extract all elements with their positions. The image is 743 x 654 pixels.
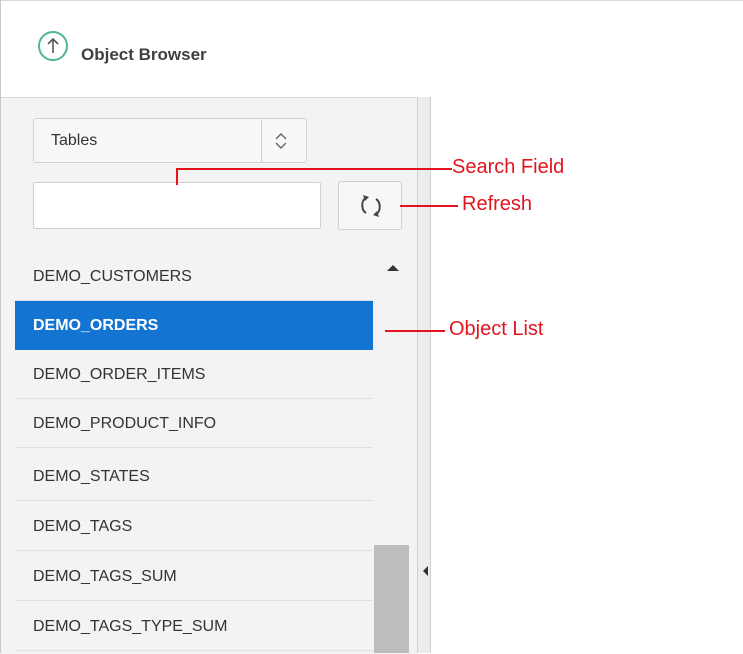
- callout-refresh-label: Refresh: [462, 193, 533, 215]
- list-item[interactable]: DEMO_ORDER_ITEMS: [15, 350, 373, 399]
- callout-list-line: [385, 330, 445, 332]
- callout-search-line: [176, 168, 452, 170]
- list-item[interactable]: DEMO_PRODUCT_INFO: [15, 399, 373, 448]
- object-browser-header: Object Browser: [1, 1, 743, 97]
- callout-refresh-line: [400, 205, 458, 207]
- upload-circle-icon: [38, 31, 68, 61]
- page-title: Object Browser: [81, 45, 207, 64]
- list-item[interactable]: DEMO_CUSTOMERS: [15, 252, 373, 301]
- collapse-panel-icon[interactable]: [423, 566, 428, 576]
- scroll-up-icon[interactable]: [387, 265, 399, 271]
- scroll-thumb[interactable]: [374, 545, 409, 653]
- callout-search-pointer: [176, 168, 178, 185]
- select-arrows-icon: [275, 133, 287, 149]
- search-input[interactable]: [33, 182, 321, 229]
- list-item[interactable]: DEMO_TAGS_TYPE_SUM: [15, 602, 373, 651]
- list-item[interactable]: DEMO_TAGS_SUM: [15, 552, 373, 601]
- select-separator: [261, 119, 262, 162]
- list-item-selected[interactable]: DEMO_ORDERS: [15, 301, 373, 350]
- object-list: DEMO_CUSTOMERS DEMO_ORDERS DEMO_ORDER_IT…: [15, 252, 373, 653]
- refresh-icon: [361, 195, 381, 217]
- callout-search-label: Search Field: [452, 156, 565, 178]
- list-item[interactable]: DEMO_TAGS: [15, 502, 373, 551]
- object-type-select-value: Tables: [51, 132, 98, 149]
- object-type-select[interactable]: Tables: [33, 118, 307, 163]
- list-item[interactable]: DEMO_STATES: [15, 452, 373, 501]
- refresh-button[interactable]: [338, 181, 402, 230]
- callout-list-label: Object List: [449, 318, 544, 340]
